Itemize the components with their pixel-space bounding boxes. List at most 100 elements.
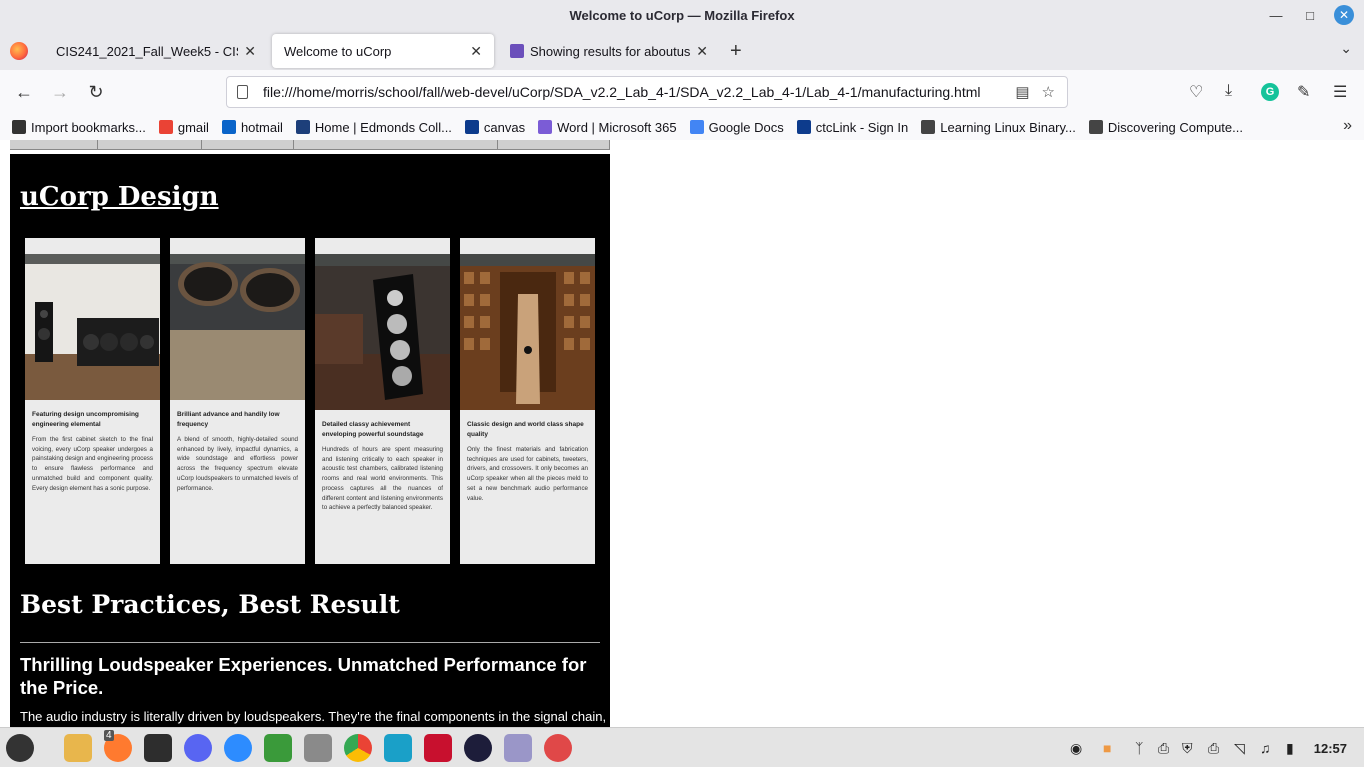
bookmark-item[interactable]: Discovering Compute...	[1088, 120, 1243, 135]
window-titlebar: Welcome to uCorp — Mozilla Firefox — □ ✕	[0, 0, 1364, 30]
bookmark-star-icon[interactable]: ☆	[1042, 83, 1055, 101]
speaker-photo	[25, 254, 160, 400]
site-nav-item[interactable]	[498, 140, 610, 150]
chrome-icon[interactable]	[344, 734, 372, 762]
ctclink-icon	[796, 120, 811, 134]
clipboard-icon[interactable]: ⎙	[1158, 740, 1169, 757]
url-text[interactable]: file:///home/morris/school/fall/web-deve…	[263, 84, 1015, 100]
window-count-badge: 4	[104, 730, 114, 741]
site-nav-item[interactable]	[10, 140, 98, 150]
card-body: A blend of smooth, highly-detailed sound…	[177, 436, 298, 492]
downloads-icon[interactable]: ⤓	[1225, 82, 1232, 100]
tab-favicon-icon	[510, 44, 524, 58]
menu-icon[interactable]: ☰	[1333, 82, 1347, 102]
tab-welcome-ucorp[interactable]: Welcome to uCorp ✕	[272, 34, 494, 68]
new-tab-icon[interactable]: +	[730, 40, 742, 63]
bookmark-item[interactable]: Import bookmarks...	[12, 120, 146, 135]
firefox-icon[interactable]	[10, 42, 28, 60]
edmonds-icon	[295, 120, 310, 134]
accessibility-icon[interactable]	[544, 734, 572, 762]
bookmark-item[interactable]: Home | Edmonds Coll...	[295, 119, 452, 135]
docs-icon	[689, 120, 704, 134]
tab-label: Showing results for aboutus	[530, 43, 691, 59]
battery-icon[interactable]: ▮	[1286, 740, 1294, 757]
tab-close-icon[interactable]: ✕	[470, 43, 482, 60]
files-icon[interactable]	[64, 734, 92, 762]
package-tray-icon[interactable]: ■	[1103, 740, 1111, 756]
list-all-tabs-icon[interactable]: ⌄	[1340, 40, 1352, 57]
lead-paragraph: The audio industry is literally driven b…	[20, 709, 607, 724]
discord-tray-icon[interactable]: ◉	[1070, 740, 1082, 757]
feature-card: Brilliant advance and handily low freque…	[170, 238, 305, 564]
maximize-icon[interactable]: □	[1300, 5, 1320, 25]
bookmark-item[interactable]: Google Docs	[689, 120, 784, 135]
bookmark-label: ctcLink - Sign In	[815, 119, 909, 135]
page-heading[interactable]: uCorp Design	[20, 182, 219, 212]
discord-icon[interactable]	[184, 734, 212, 762]
section-subheading: Thrilling Loudspeaker Experiences. Unmat…	[20, 654, 587, 698]
shield-icon[interactable]: ⛨	[1182, 740, 1193, 757]
text-editor-icon[interactable]	[504, 734, 532, 762]
section-divider	[20, 642, 600, 643]
import-icon	[12, 120, 26, 134]
tab-cis241[interactable]: CIS241_2021_Fall_Week5 - CIS2 ✕	[44, 34, 268, 68]
audacity-icon[interactable]	[464, 734, 492, 762]
card-body: Hundreds of hours are spent measuring an…	[322, 446, 443, 512]
extensions-icon[interactable]: ✎	[1297, 82, 1310, 102]
system-taskbar: 4 ◉ ■ ᛉ ⎙ ⛨ ⎙ ◹ ♫ ▮ 12:57	[0, 727, 1364, 767]
password-manager-icon[interactable]	[264, 734, 292, 762]
system-monitor-icon[interactable]	[384, 734, 412, 762]
clock[interactable]: 12:57	[1314, 741, 1347, 756]
close-window-icon[interactable]: ✕	[1334, 5, 1354, 25]
bookmark-item[interactable]: Learning Linux Binary...	[921, 120, 1076, 135]
settings-toggle-icon[interactable]	[304, 734, 332, 762]
minimize-icon[interactable]: —	[1266, 5, 1286, 25]
volume-icon[interactable]: ♫	[1260, 740, 1271, 756]
tab-close-icon[interactable]: ✕	[244, 43, 256, 60]
printer-icon[interactable]: ⎙	[1208, 740, 1219, 757]
back-icon[interactable]: ←	[13, 81, 35, 103]
tab-search-results[interactable]: Showing results for aboutus ✕	[498, 34, 720, 68]
tab-strip: CIS241_2021_Fall_Week5 - CIS2 ✕ Welcome …	[0, 30, 1364, 70]
anechoic-chamber-photo	[460, 254, 595, 410]
bookmarks-toolbar: Import bookmarks... gmail hotmail Home | Ed…	[0, 114, 1364, 140]
bookmark-item[interactable]: Word | Microsoft 365	[538, 120, 677, 135]
bluetooth-icon[interactable]: ᛉ	[1135, 740, 1143, 756]
more-bookmarks-icon[interactable]: »	[1343, 117, 1352, 135]
section-title: Best Practices, Best Result	[20, 590, 400, 619]
mint-menu-icon[interactable]	[6, 734, 34, 762]
cabinet-photo	[170, 254, 305, 400]
bookmark-item[interactable]: ctcLink - Sign In	[796, 119, 909, 135]
bookmark-label: Import bookmarks...	[31, 119, 146, 135]
bookmark-item[interactable]: gmail	[158, 119, 209, 135]
bookmark-label: Home | Edmonds Coll...	[314, 119, 452, 135]
page-viewport: uCorp Design Featuring design uncompromi…	[0, 140, 1364, 727]
site-nav-item[interactable]	[98, 140, 202, 150]
outlook-icon	[221, 120, 236, 134]
zoom-icon[interactable]	[224, 734, 252, 762]
tab-label: CIS241_2021_Fall_Week5 - CIS2	[56, 43, 239, 59]
card-body: Only the finest materials and fabricatio…	[467, 446, 588, 502]
tab-label: Welcome to uCorp	[284, 43, 392, 59]
wifi-icon[interactable]: ◹	[1234, 740, 1245, 757]
pocket-icon[interactable]: ♡	[1189, 82, 1203, 102]
site-nav-item[interactable]	[294, 140, 498, 150]
card-body: From the first cabinet sketch to the fin…	[32, 436, 153, 492]
bookmark-item[interactable]: hotmail	[221, 120, 283, 135]
reload-icon[interactable]: ↻	[85, 81, 107, 103]
reader-view-icon[interactable]: ▤	[1015, 83, 1029, 101]
grammarly-icon[interactable]: G	[1261, 83, 1279, 101]
bookmark-label: Learning Linux Binary...	[940, 119, 1076, 135]
url-bar[interactable]: file:///home/morris/school/fall/web-deve…	[226, 76, 1068, 108]
gmail-icon	[158, 120, 173, 134]
terminal-icon[interactable]	[144, 734, 172, 762]
page-icon	[237, 85, 248, 99]
ssh-client-icon[interactable]	[424, 734, 452, 762]
bookmark-label: gmail	[177, 119, 209, 135]
feature-card: Classic design and world class shape qua…	[460, 238, 595, 564]
card-title: Brilliant advance and handily low freque…	[177, 411, 280, 428]
site-nav-item[interactable]	[202, 140, 294, 150]
forward-icon[interactable]: →	[49, 81, 71, 103]
bookmark-item[interactable]: canvas	[464, 120, 525, 135]
tab-close-icon[interactable]: ✕	[696, 43, 708, 60]
